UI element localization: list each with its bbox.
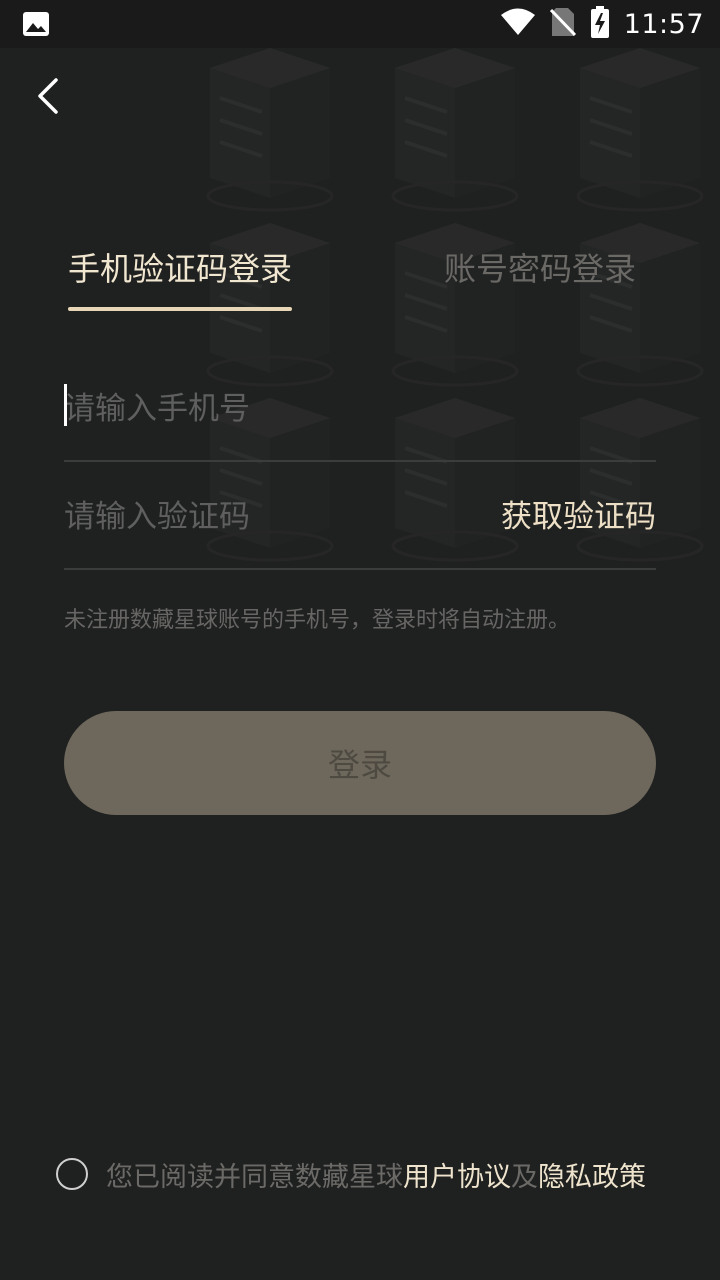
back-button[interactable]: [28, 72, 72, 120]
agreement-prefix: 您已阅读并同意数藏星球: [106, 1161, 403, 1193]
wifi-icon: [500, 8, 536, 40]
chevron-left-icon: [38, 78, 58, 114]
image-icon: [22, 11, 50, 37]
phone-input[interactable]: [64, 386, 484, 432]
agreement-checkbox[interactable]: [56, 1158, 88, 1190]
agreement-conjunction: 及: [511, 1161, 538, 1193]
privacy-policy-link[interactable]: 隐私政策: [538, 1155, 646, 1194]
get-code-button[interactable]: 获取验证码: [501, 494, 656, 540]
user-agreement-link[interactable]: 用户协议: [403, 1155, 511, 1194]
text-cursor: [64, 384, 67, 426]
code-field-container: 获取验证码: [64, 470, 656, 570]
login-screen: 11:57 手机验证码登录 账号密码登录 请输入手机号 请输入验证码 获取验证码…: [0, 0, 720, 1280]
no-sim-icon: [549, 7, 576, 41]
tab-password-login[interactable]: 账号密码登录: [444, 246, 636, 296]
login-button[interactable]: 登录: [64, 711, 656, 815]
status-icons: 11:57: [500, 0, 704, 48]
status-time: 11:57: [623, 8, 704, 40]
verification-code-input[interactable]: [64, 494, 484, 540]
battery-charging-icon: [590, 6, 610, 42]
status-bar: 11:57: [0, 0, 720, 48]
agreement-row: 您已阅读并同意数藏星球 用户协议 及 隐私政策: [56, 1152, 646, 1196]
tab-sms-login[interactable]: 手机验证码登录: [68, 246, 292, 296]
auto-register-hint: 未注册数藏星球账号的手机号，登录时将自动注册。: [64, 608, 571, 633]
phone-field-container: [64, 360, 656, 462]
active-tab-indicator: [68, 307, 292, 311]
